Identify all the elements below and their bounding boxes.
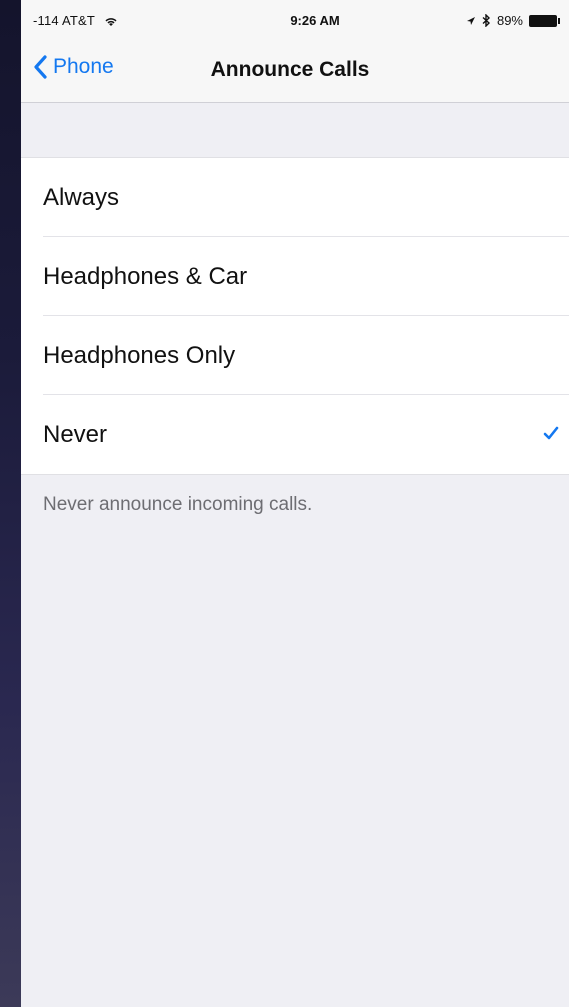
option-headphones-only[interactable]: Headphones Only [21,316,569,395]
page-title: Announce Calls [210,58,370,81]
bluetooth-icon [482,14,490,27]
checkmark-icon [543,426,559,440]
option-label: Headphones & Car [43,262,248,290]
navigation-bar: Phone Announce Calls [21,40,569,103]
location-icon [466,16,475,25]
option-always[interactable]: Always [21,158,569,237]
status-bar: -114 AT&T 9:26 AM 89% [21,0,569,40]
status-icons: 89% [466,13,560,28]
option-description: Never announce incoming calls. [43,494,313,515]
option-headphones-and-car[interactable]: Headphones & Car [21,237,569,316]
option-label: Headphones Only [43,341,236,369]
battery-icon [529,14,560,27]
option-never[interactable]: Never [21,395,569,474]
option-label: Never [43,420,108,448]
screenshot-frame: -114 AT&T 9:26 AM 89% Phone Announce Cal… [0,0,569,1007]
announce-options-list: Always Headphones & Car Headphones Only … [21,157,569,475]
settings-screen: -114 AT&T 9:26 AM 89% Phone Announce Cal… [21,0,569,1007]
battery-percent: 89% [496,13,523,28]
option-label: Always [43,183,120,211]
